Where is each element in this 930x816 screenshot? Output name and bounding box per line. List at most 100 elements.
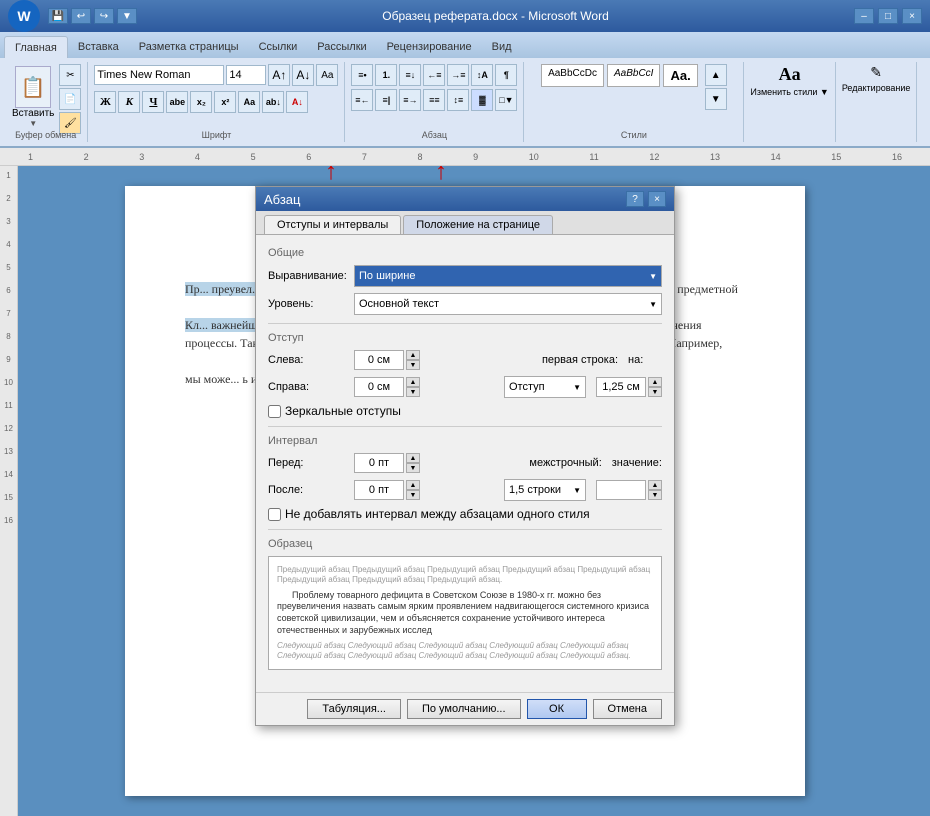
- space-after-input[interactable]: [354, 480, 404, 500]
- decrease-font-btn[interactable]: A↓: [292, 64, 314, 86]
- no-add-space-row: Не добавлять интервал между абзацами одн…: [268, 507, 662, 521]
- tab-review[interactable]: Рецензирование: [377, 36, 482, 58]
- on-down[interactable]: ▼: [648, 387, 662, 397]
- indent-right-spin: ▲ ▼: [354, 377, 420, 397]
- alignment-combo[interactable]: По ширине ▼: [354, 265, 662, 287]
- numbering-button[interactable]: 1.: [375, 64, 397, 86]
- indent-left-down[interactable]: ▼: [406, 360, 420, 370]
- line-spacing-button[interactable]: ↕≡: [447, 89, 469, 111]
- indent-left-input[interactable]: [354, 350, 404, 370]
- ribbon-tabs: Главная Вставка Разметка страницы Ссылки…: [0, 32, 930, 58]
- tab-home[interactable]: Главная: [4, 36, 68, 58]
- font-name-input[interactable]: [94, 65, 224, 85]
- on-spinner: ▲ ▼: [648, 377, 662, 397]
- tab-mailings[interactable]: Рассылки: [307, 36, 376, 58]
- sort-button[interactable]: ↕A: [471, 64, 493, 86]
- line-spacing-combo[interactable]: 1,5 строки ▼: [504, 479, 586, 501]
- style-emphasis[interactable]: AaBbCcI: [607, 64, 660, 87]
- border-button[interactable]: □▼: [495, 89, 517, 111]
- space-before-up[interactable]: ▲: [406, 453, 420, 463]
- window-title: Образец реферата.docx - Microsoft Word: [137, 9, 854, 23]
- on-input[interactable]: [596, 377, 646, 397]
- format-row: Ж К Ч abe x₂ x² Aa ab↓ A↓: [94, 91, 308, 113]
- editing-btn[interactable]: ✎ Редактирование: [842, 64, 911, 93]
- paste-dropdown[interactable]: ▼: [29, 119, 37, 128]
- editing-label: Редактирование: [842, 83, 911, 93]
- style-less-btn[interactable]: ▼: [705, 88, 727, 110]
- mirror-indents-checkbox[interactable]: [268, 405, 281, 418]
- copy-button[interactable]: 📄: [59, 88, 81, 110]
- space-after-up[interactable]: ▲: [406, 480, 420, 490]
- undo-btn[interactable]: ↩: [71, 8, 91, 24]
- tab-insert[interactable]: Вставка: [68, 36, 129, 58]
- font-size-input[interactable]: [226, 65, 266, 85]
- clear-format-btn[interactable]: Aa: [316, 64, 338, 86]
- on-up[interactable]: ▲: [648, 377, 662, 387]
- interval-section-label: Интервал: [268, 435, 662, 447]
- style-normal[interactable]: AaBbCcDc: [541, 64, 604, 87]
- text-effects-button[interactable]: Aa: [238, 91, 260, 113]
- highlight-button[interactable]: ab↓: [262, 91, 284, 113]
- title-bar: W 💾 ↩ ↪ ▼ Образец реферата.docx - Micros…: [0, 0, 930, 32]
- tab-view[interactable]: Вид: [482, 36, 522, 58]
- underline-button[interactable]: Ч: [142, 91, 164, 113]
- bullets-button[interactable]: ≡•: [351, 64, 373, 86]
- spacing-value-label: значение:: [612, 457, 662, 469]
- change-styles-btn[interactable]: Aa Изменить стили ▼: [750, 64, 828, 97]
- cut-button[interactable]: ✂: [59, 64, 81, 86]
- tab-button[interactable]: Табуляция...: [307, 699, 401, 719]
- minimize-btn[interactable]: –: [854, 8, 874, 24]
- decrease-indent-button[interactable]: ←≡: [423, 64, 445, 86]
- dialog-close-btn[interactable]: ×: [648, 191, 666, 207]
- first-line-combo[interactable]: Отступ ▼: [504, 376, 586, 398]
- close-btn[interactable]: ×: [902, 8, 922, 24]
- superscript-button[interactable]: x²: [214, 91, 236, 113]
- spacing-value-down[interactable]: ▼: [648, 490, 662, 500]
- multilevel-button[interactable]: ≡↓: [399, 64, 421, 86]
- shading-button[interactable]: ▓: [471, 89, 493, 111]
- ok-button[interactable]: ОК: [527, 699, 587, 719]
- style-heading[interactable]: Aa.: [663, 64, 697, 87]
- indent-right-up[interactable]: ▲: [406, 377, 420, 387]
- show-marks-button[interactable]: ¶: [495, 64, 517, 86]
- tab-indent-spacing[interactable]: Отступы и интервалы: [264, 215, 401, 234]
- redo-btn[interactable]: ↪: [94, 8, 114, 24]
- subscript-button[interactable]: x₂: [190, 91, 212, 113]
- dialog-help-btn[interactable]: ?: [626, 191, 644, 207]
- justify-button[interactable]: ≡≡: [423, 89, 445, 111]
- tab-references[interactable]: Ссылки: [249, 36, 308, 58]
- tab-layout[interactable]: Разметка страницы: [129, 36, 249, 58]
- maximize-btn[interactable]: □: [878, 8, 898, 24]
- align-left-button[interactable]: ≡←: [351, 89, 373, 111]
- spacing-value-input[interactable]: [596, 480, 646, 500]
- default-button[interactable]: По умолчанию...: [407, 699, 521, 719]
- increase-font-btn[interactable]: A↑: [268, 64, 290, 86]
- paste-button[interactable]: 📋 Вставить ▼: [10, 64, 56, 130]
- align-right-button[interactable]: ≡→: [399, 89, 421, 111]
- customize-btn[interactable]: ▼: [117, 8, 137, 24]
- paste-icon: 📋: [15, 66, 51, 108]
- spacing-value-up[interactable]: ▲: [648, 480, 662, 490]
- dialog-footer: Табуляция... По умолчанию... ОК Отмена: [256, 692, 674, 725]
- save-btn[interactable]: 💾: [48, 8, 68, 24]
- increase-indent-button[interactable]: →≡: [447, 64, 469, 86]
- align-center-button[interactable]: ≡|: [375, 89, 397, 111]
- paragraph-label: Абзац: [422, 130, 447, 140]
- space-before-input[interactable]: [354, 453, 404, 473]
- level-combo[interactable]: Основной текст ▼: [354, 293, 662, 315]
- first-line-value: Отступ: [509, 381, 545, 393]
- italic-button[interactable]: К: [118, 91, 140, 113]
- tab-line-page[interactable]: Положение на странице: [403, 215, 553, 234]
- strikethrough-button[interactable]: abe: [166, 91, 188, 113]
- indent-left-up[interactable]: ▲: [406, 350, 420, 360]
- style-more-btn[interactable]: ▲: [705, 64, 727, 86]
- bold-button[interactable]: Ж: [94, 91, 116, 113]
- space-after-down[interactable]: ▼: [406, 490, 420, 500]
- font-color-button[interactable]: A↓: [286, 91, 308, 113]
- indent-right-down[interactable]: ▼: [406, 387, 420, 397]
- space-before-down[interactable]: ▼: [406, 463, 420, 473]
- no-add-space-checkbox[interactable]: [268, 508, 281, 521]
- indent-right-input[interactable]: [354, 377, 404, 397]
- cancel-button[interactable]: Отмена: [593, 699, 662, 719]
- sample-main-text: Проблему товарного дефицита в Советском …: [277, 590, 653, 637]
